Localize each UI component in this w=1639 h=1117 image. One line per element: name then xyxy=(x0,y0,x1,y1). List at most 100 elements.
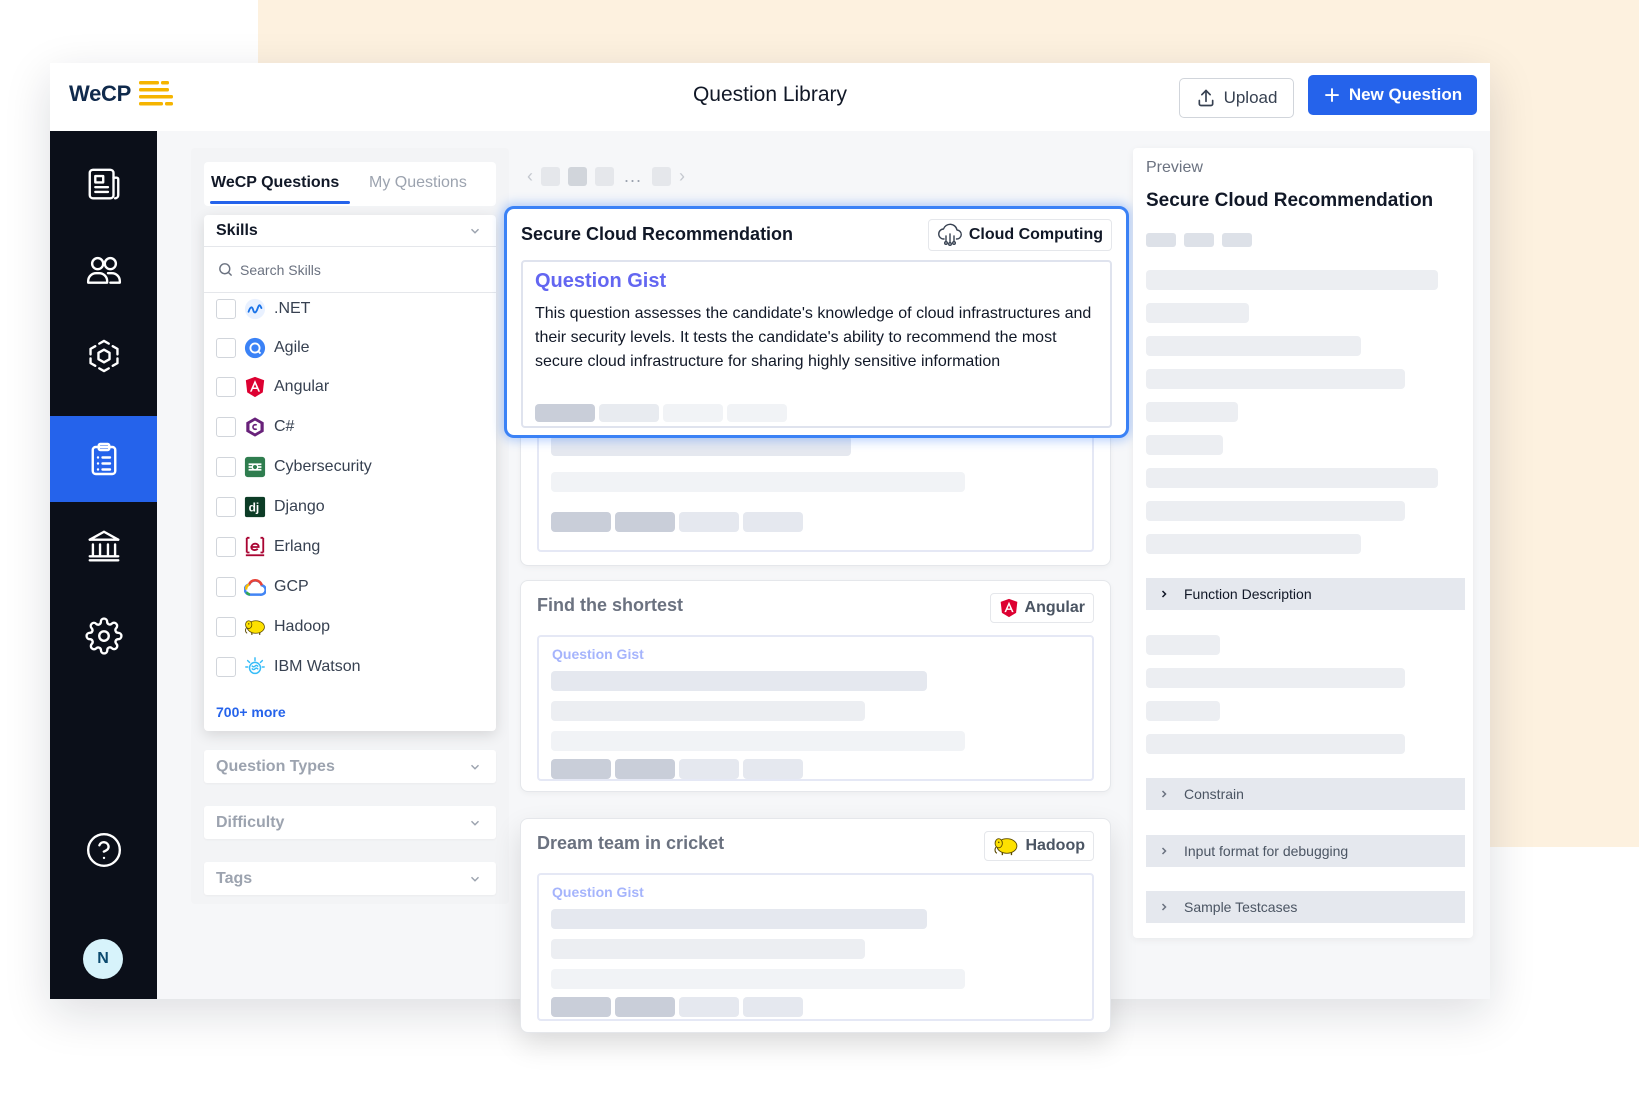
skill-option[interactable]: dj Django xyxy=(216,495,325,519)
placeholder-bar xyxy=(1146,402,1238,422)
chevron-right-icon xyxy=(1161,590,1167,598)
question-title: Find the shortest xyxy=(537,595,684,615)
more-skills-link[interactable]: 700+ more xyxy=(216,704,286,720)
placeholder-chip xyxy=(743,997,803,1017)
preview-label: Preview xyxy=(1146,159,1203,176)
skill-option[interactable]: IBM Watson xyxy=(216,655,361,679)
placeholder-bar xyxy=(1146,369,1405,389)
placeholder-bar xyxy=(551,436,851,456)
skills-header[interactable]: Skills xyxy=(204,215,496,247)
new-question-label: New Question xyxy=(1348,85,1463,104)
chevron-down-icon xyxy=(470,228,480,234)
upload-icon xyxy=(1198,89,1214,107)
question-gist-label: Question Gist xyxy=(535,270,667,292)
accordion-input-format[interactable]: Input format for debugging xyxy=(1146,835,1465,867)
placeholder-bar xyxy=(1146,734,1405,754)
skill-checkbox[interactable] xyxy=(216,537,236,557)
placeholder-bar xyxy=(551,939,865,959)
tab-wecp-questions[interactable]: WeCP Questions xyxy=(211,174,339,192)
question-gist-box: Question Gist This question assesses the… xyxy=(521,260,1112,428)
search-skills-input[interactable] xyxy=(240,261,480,278)
tab-my-questions[interactable]: My Questions xyxy=(369,174,467,192)
page-button[interactable] xyxy=(568,167,587,186)
avatar[interactable]: N xyxy=(83,939,123,979)
skill-checkbox[interactable] xyxy=(216,417,236,437)
placeholder-bar xyxy=(551,472,965,492)
bank-building-icon xyxy=(88,530,119,562)
accordion-function-description[interactable]: Function Description xyxy=(1146,578,1465,610)
skill-checkbox[interactable] xyxy=(216,377,236,397)
skill-label: GCP xyxy=(274,578,309,595)
sidebar-item-candidates[interactable] xyxy=(50,227,157,313)
sidebar-item-help[interactable] xyxy=(50,807,157,893)
chevron-right-icon[interactable]: › xyxy=(679,166,685,187)
skill-tag: Hadoop xyxy=(984,831,1094,861)
question-gist-label: Question Gist xyxy=(552,884,644,900)
new-question-button[interactable]: New Question xyxy=(1308,75,1477,115)
question-card[interactable]: Dream team in cricket Hadoop Question Gi… xyxy=(520,818,1111,1033)
accordion-sample-testcases[interactable]: Sample Testcases xyxy=(1146,891,1465,923)
skills-search xyxy=(204,247,496,293)
pagination: ‹ ... › xyxy=(527,166,685,187)
placeholder-bar xyxy=(1146,668,1405,688)
sidebar-item-question-library[interactable] xyxy=(50,416,157,502)
django-icon: dj xyxy=(244,496,266,518)
placeholder-chip xyxy=(1222,233,1252,247)
active-tab-indicator xyxy=(210,201,350,204)
skill-option[interactable]: Agile xyxy=(216,336,310,360)
csharp-icon xyxy=(244,416,266,438)
sidebar-item-organization[interactable] xyxy=(50,503,157,589)
placeholder-chip xyxy=(551,997,611,1017)
placeholder-bar xyxy=(1146,701,1220,721)
question-gist-label: Question Gist xyxy=(552,646,644,662)
page-button[interactable] xyxy=(652,167,672,186)
skill-option[interactable]: Cybersecurity xyxy=(216,455,372,479)
question-gist-box: Question Gist xyxy=(537,873,1094,1021)
skill-checkbox[interactable] xyxy=(216,617,236,637)
skill-option[interactable]: .NET xyxy=(216,297,310,321)
sidebar-item-settings[interactable] xyxy=(50,593,157,679)
skill-checkbox[interactable] xyxy=(216,577,236,597)
sidebar: N xyxy=(50,131,157,999)
placeholder-bar xyxy=(1146,501,1405,521)
upload-button[interactable]: Upload xyxy=(1179,78,1294,118)
placeholder-chip xyxy=(679,512,739,532)
chevron-right-icon xyxy=(1161,903,1167,911)
page-button[interactable] xyxy=(595,167,614,186)
skill-checkbox[interactable] xyxy=(216,299,236,319)
placeholder-bar xyxy=(551,969,965,989)
placeholder-bar xyxy=(1146,635,1220,655)
skill-option[interactable]: C# xyxy=(216,415,294,439)
skill-checkbox[interactable] xyxy=(216,497,236,517)
placeholder-chip xyxy=(615,512,675,532)
accordion-label: Function Description xyxy=(1184,586,1312,602)
cybersecurity-icon xyxy=(244,456,266,478)
chevron-left-icon[interactable]: ‹ xyxy=(527,166,533,187)
placeholder-chip xyxy=(551,759,611,779)
placeholder-bar xyxy=(551,671,927,691)
placeholder-bar xyxy=(1146,303,1249,323)
tags-filter[interactable]: Tags xyxy=(204,862,496,895)
skill-label: Erlang xyxy=(274,538,321,555)
skill-tag: Cloud Computing xyxy=(927,219,1112,251)
page-button[interactable] xyxy=(541,167,560,186)
selected-question-card[interactable]: Secure Cloud Recommendation Cloud Comput… xyxy=(504,206,1129,438)
sidebar-item-reports[interactable] xyxy=(50,141,157,227)
gear-icon xyxy=(84,617,123,655)
question-card[interactable]: Find the shortest Angular Question Gist xyxy=(520,580,1111,792)
skill-checkbox[interactable] xyxy=(216,657,236,677)
accordion-constrain[interactable]: Constrain xyxy=(1146,778,1465,810)
skill-checkbox[interactable] xyxy=(216,338,236,358)
tags-label: Tags xyxy=(216,869,253,887)
newspaper-icon xyxy=(88,168,119,200)
skill-option[interactable]: GCP xyxy=(216,575,309,599)
question-types-filter[interactable]: Question Types xyxy=(204,750,496,783)
chevron-down-icon xyxy=(470,876,480,882)
skill-option[interactable]: Angular xyxy=(216,375,329,399)
sidebar-item-integrations[interactable] xyxy=(50,313,157,399)
skill-option[interactable]: Hadoop xyxy=(216,615,330,639)
erlang-icon xyxy=(244,536,266,558)
difficulty-filter[interactable]: Difficulty xyxy=(204,806,496,839)
skill-option[interactable]: Erlang xyxy=(216,535,320,559)
skill-checkbox[interactable] xyxy=(216,457,236,477)
